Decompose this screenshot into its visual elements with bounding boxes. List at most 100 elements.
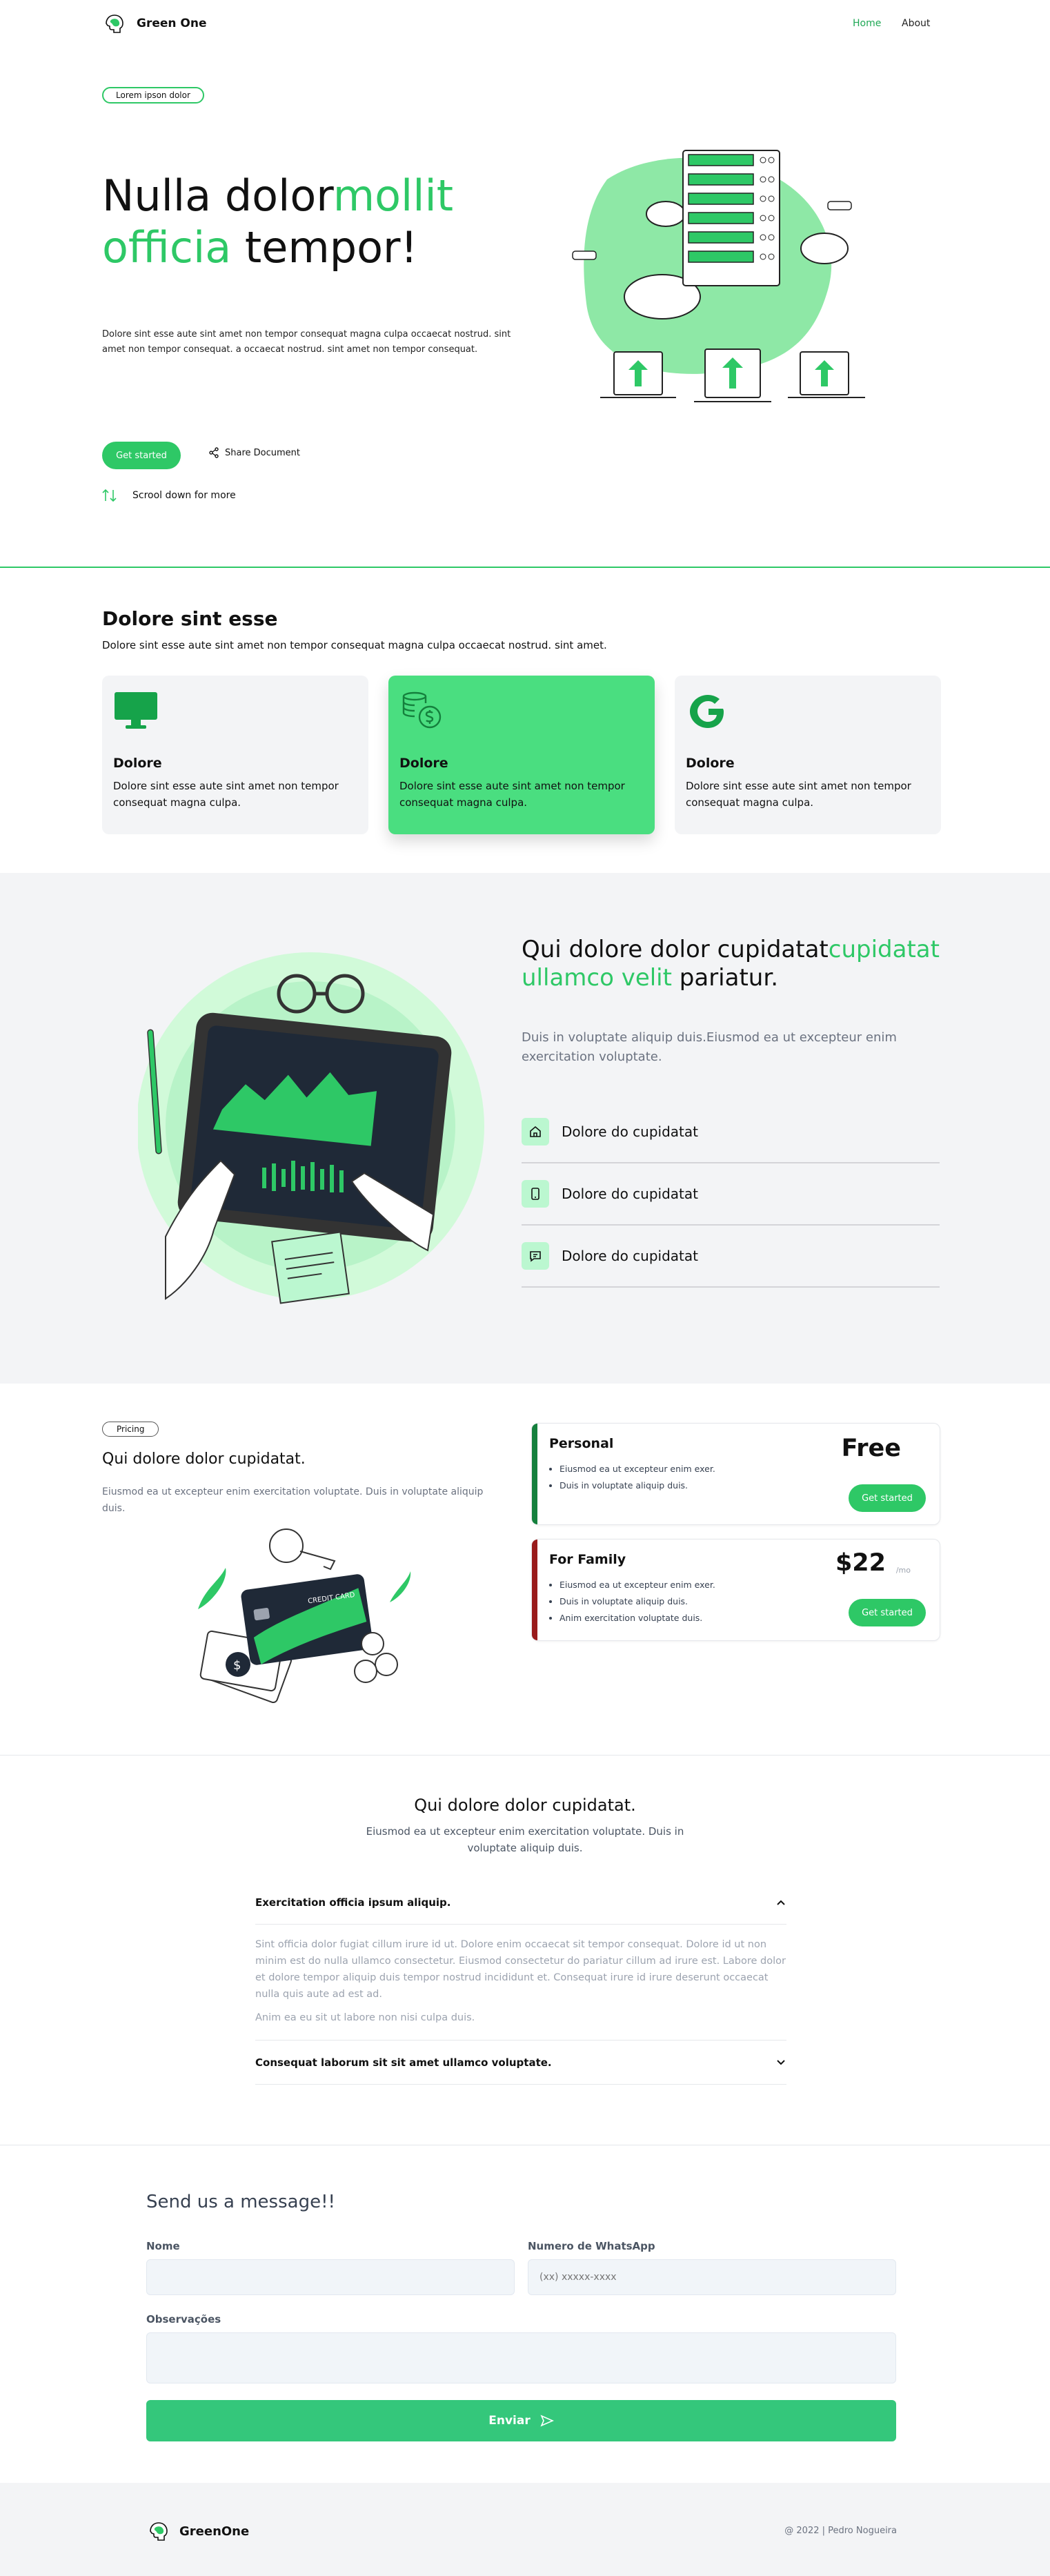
- whatsapp-label: Numero de WhatsApp: [528, 2240, 655, 2252]
- hero-description: Dolore sint esse aute sint amet non temp…: [102, 329, 511, 355]
- service-card-text: Dolore sint esse aute sint amet non temp…: [686, 780, 911, 809]
- service-card-text: Dolore sint esse aute sint amet non temp…: [113, 780, 339, 809]
- chevron-down-icon[interactable]: [775, 2057, 786, 2068]
- features-title: Qui dolore dolor cupidatatcupidatat ulla…: [522, 936, 949, 992]
- chat-icon: [522, 1242, 549, 1270]
- service-card-title: Dolore: [686, 756, 735, 771]
- service-card-text: Dolore sint esse aute sint amet non temp…: [399, 780, 625, 809]
- hero-title-highlight: officia: [102, 222, 232, 273]
- plan-feature: Duis in voluptate aliquip duis.: [559, 1477, 715, 1494]
- features-description: Duis in voluptate aliquip duis.Eiusmod e…: [522, 1030, 897, 1064]
- plan-name: For Family: [549, 1552, 626, 1567]
- pricing-badge: Pricing: [102, 1422, 159, 1437]
- credit-card-illustration: $ CREDIT CARD: [198, 1528, 411, 1704]
- plan-get-started-button[interactable]: Get started: [849, 1599, 926, 1626]
- footer-brand-name: GreenOne: [179, 2524, 250, 2539]
- home-icon: [522, 1118, 549, 1146]
- services-subtitle: Dolore sint esse aute sint amet non temp…: [102, 639, 607, 651]
- features-title-part: pariatur.: [671, 964, 778, 992]
- monitor-icon: [115, 692, 157, 729]
- faq-answer: Anim ea eu sit ut labore non nisi culpa …: [255, 2012, 475, 2023]
- hero-badge-wrap: Lorem ipson dolor: [102, 87, 204, 104]
- services-title: Dolore sint esse: [102, 607, 278, 630]
- section-divider: [0, 1755, 1050, 1756]
- svg-text:$: $: [233, 1658, 241, 1673]
- plan-price: Free: [841, 1435, 901, 1462]
- feature-item-label: Dolore do cupidatat: [562, 1123, 698, 1140]
- plan-accent-bar: [532, 1424, 537, 1524]
- faq-title: Qui dolore dolor cupidatat.: [414, 1796, 636, 1815]
- faq-subtitle: Eiusmod ea ut excepteur enim exercitatio…: [366, 1825, 684, 1854]
- service-card[interactable]: Dolore Dolore sint esse aute sint amet n…: [102, 676, 368, 834]
- hero-title-part: Nulla dolor: [102, 170, 333, 221]
- send-button[interactable]: Enviar: [146, 2400, 896, 2441]
- hero-network-illustration: [572, 150, 865, 402]
- faq-answer: Sint officia dolor fugiat cillum irure i…: [255, 1939, 786, 2000]
- send-button-label: Enviar: [488, 2414, 531, 2428]
- plan-price: $22: [835, 1549, 886, 1577]
- brand-name: Green One: [137, 17, 207, 30]
- faq-question-text: Consequat laborum sit sit amet ullamco v…: [255, 2056, 552, 2069]
- plan-accent-bar: [532, 1540, 537, 1640]
- hero-badge: Lorem ipson dolor: [102, 87, 204, 104]
- brain-icon: [106, 14, 123, 33]
- feature-item[interactable]: Dolore do cupidatat: [522, 1163, 940, 1226]
- service-card-active[interactable]: Dolore Dolore sint esse aute sint amet n…: [388, 676, 655, 834]
- share-document-label: Share Document: [225, 447, 300, 458]
- pricing-badge-wrap: Pricing: [102, 1422, 159, 1437]
- features-title-part: Qui dolore dolor cupidatat: [522, 936, 829, 963]
- plan-period: /mo: [895, 1566, 911, 1575]
- service-card[interactable]: Dolore Dolore sint esse aute sint amet n…: [675, 676, 941, 834]
- footer-copyright: @ 2022 | Pedro Nogueira: [784, 2526, 897, 2536]
- footer-brand[interactable]: GreenOne: [146, 2519, 249, 2544]
- notes-label: Observações: [146, 2313, 221, 2326]
- share-icon: [209, 447, 219, 458]
- service-card-title: Dolore: [113, 756, 162, 771]
- feature-item[interactable]: Dolore do cupidatat: [522, 1226, 940, 1288]
- share-document-button[interactable]: Share Document: [208, 447, 300, 458]
- tablet-analytics-illustration: [138, 952, 484, 1304]
- service-card-title: Dolore: [399, 756, 448, 771]
- scroll-hint-label: Scrool down for more: [132, 490, 236, 501]
- plan-feature: Eiusmod ea ut excepteur enim exer.: [559, 1577, 715, 1593]
- feature-item[interactable]: Dolore do cupidatat: [522, 1101, 940, 1163]
- plan-feature: Eiusmod ea ut excepteur enim exer.: [559, 1461, 715, 1477]
- faq-divider: [255, 2084, 786, 2085]
- plan-card-personal[interactable]: Personal Eiusmod ea ut excepteur enim ex…: [531, 1423, 940, 1525]
- name-input[interactable]: [146, 2259, 515, 2295]
- brand-logo[interactable]: Green One: [102, 11, 207, 36]
- faq-question[interactable]: Exercitation officia ipsum aliquip.: [255, 1894, 786, 1911]
- coins-icon: [402, 691, 442, 729]
- name-label: Nome: [146, 2240, 180, 2252]
- plan-get-started-button[interactable]: Get started: [849, 1484, 926, 1512]
- google-icon: [690, 695, 724, 728]
- get-started-button[interactable]: Get started: [102, 442, 181, 469]
- brain-icon: [150, 2522, 168, 2541]
- plan-feature: Duis in voluptate aliquip duis.: [559, 1593, 715, 1610]
- section-divider: [0, 567, 1050, 568]
- nav-about[interactable]: About: [902, 18, 930, 29]
- contact-title: Send us a message!!: [146, 2192, 335, 2212]
- scroll-arrows-icon: [102, 489, 117, 502]
- plan-features: Eiusmod ea ut excepteur enim exer. Duis …: [559, 1461, 715, 1494]
- faq-divider: [255, 1924, 786, 1925]
- footer: GreenOne @ 2022 | Pedro Nogueira: [0, 2483, 1050, 2576]
- faq-divider: [255, 2040, 786, 2041]
- feature-item-label: Dolore do cupidatat: [562, 1248, 698, 1264]
- plan-name: Personal: [549, 1436, 614, 1451]
- faq-question-text: Exercitation officia ipsum aliquip.: [255, 1896, 451, 1909]
- send-icon: [540, 2415, 554, 2427]
- phone-icon: [522, 1180, 549, 1208]
- pricing-description: Eiusmod ea ut excepteur enim exercitatio…: [102, 1486, 484, 1514]
- scroll-hint[interactable]: Scrool down for more: [102, 487, 236, 504]
- pricing-title: Qui dolore dolor cupidatat.: [102, 1451, 306, 1468]
- plan-card-family[interactable]: For Family Eiusmod ea ut excepteur enim …: [531, 1539, 940, 1641]
- notes-textarea[interactable]: [146, 2332, 896, 2383]
- whatsapp-input[interactable]: [528, 2259, 896, 2295]
- faq-question[interactable]: Consequat laborum sit sit amet ullamco v…: [255, 2054, 786, 2072]
- nav-home[interactable]: Home: [853, 18, 881, 29]
- plan-features: Eiusmod ea ut excepteur enim exer. Duis …: [559, 1577, 715, 1626]
- hero-title-highlight: mollit: [333, 170, 454, 221]
- plan-feature: Anim exercitation voluptate duis.: [559, 1610, 715, 1626]
- chevron-up-icon[interactable]: [775, 1897, 786, 1908]
